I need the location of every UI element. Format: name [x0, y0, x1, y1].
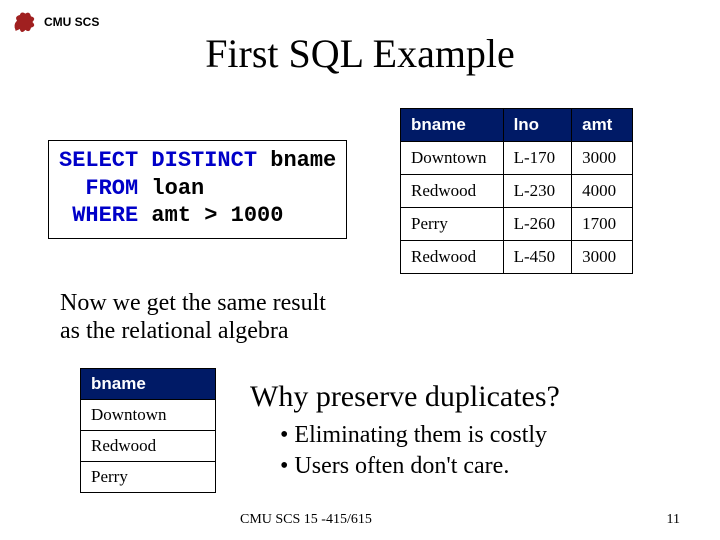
bullet-list: • Eliminating them is costly • Users oft… [280, 420, 547, 482]
table-row: Downtown [81, 400, 216, 431]
result-table: bname Downtown Redwood Perry [80, 368, 216, 493]
course-label: CMU SCS 15 -415/615 [240, 512, 372, 528]
list-item: • Eliminating them is costly [280, 420, 547, 451]
table-row: Redwood L-450 3000 [401, 241, 633, 274]
kw-select: SELECT [59, 148, 138, 173]
table-row: Perry L-260 1700 [401, 208, 633, 241]
table-row: Redwood [81, 431, 216, 462]
table-row: Redwood L-230 4000 [401, 175, 633, 208]
note-text: Now we get the same result as the relati… [60, 290, 326, 345]
table-header-row: bname lno amt [401, 109, 633, 142]
slide-title: First SQL Example [0, 30, 720, 77]
col-amt: amt [572, 109, 633, 142]
table-row: Perry [81, 462, 216, 493]
kw-where: WHERE [59, 203, 138, 228]
loan-table: bname lno amt Downtown L-170 3000 Redwoo… [400, 108, 633, 274]
col-lno: lno [503, 109, 572, 142]
list-item: • Users often don't care. [280, 451, 547, 482]
kw-from: FROM [59, 176, 138, 201]
col-bname: bname [401, 109, 504, 142]
dept-label: CMU SCS [44, 15, 99, 29]
table-header-row: bname [81, 369, 216, 400]
table-row: Downtown L-170 3000 [401, 142, 633, 175]
kw-distinct: DISTINCT [151, 148, 257, 173]
col-bname: bname [81, 369, 216, 400]
page-number: 11 [667, 512, 680, 528]
question-heading: Why preserve duplicates? [250, 380, 560, 414]
sql-query-box: SELECT DISTINCT bname FROM loan WHERE am… [48, 140, 347, 239]
